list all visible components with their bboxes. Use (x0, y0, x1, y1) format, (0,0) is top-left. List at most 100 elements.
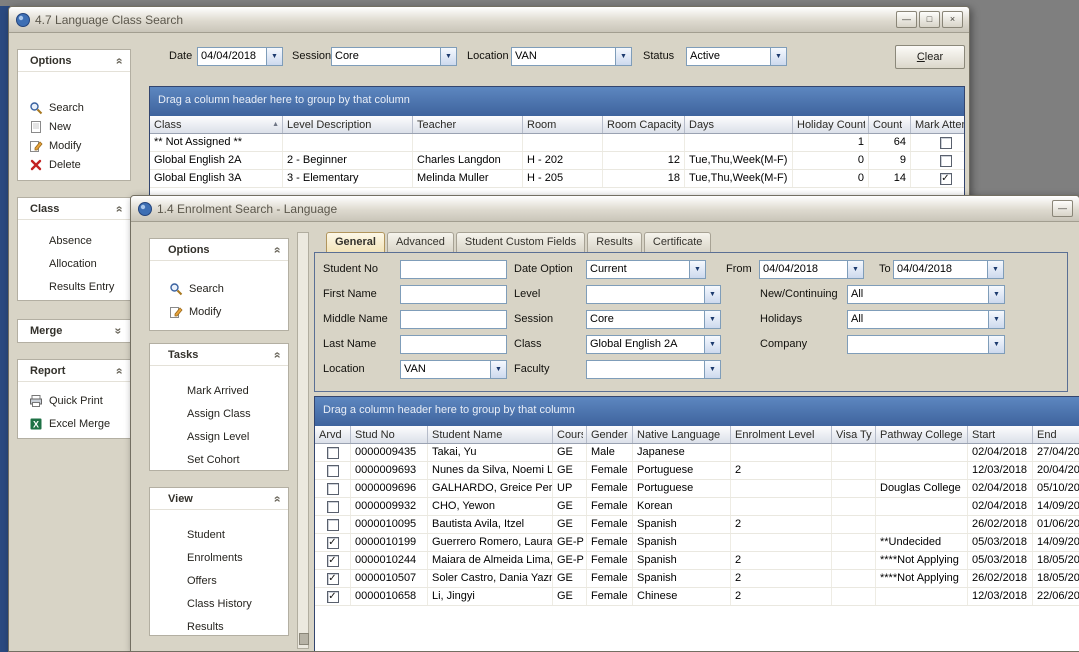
sidebar-item-search[interactable]: Search (150, 277, 288, 300)
dropdown-arrow-icon[interactable]: ▼ (704, 311, 720, 328)
sidebar-item-quick-print[interactable]: Quick Print (18, 389, 130, 412)
dropdown-arrow-icon[interactable]: ▼ (689, 261, 705, 278)
column-header-gender[interactable]: Gender (587, 426, 633, 443)
holidays-combo[interactable]: All▼ (847, 310, 1005, 329)
tab-advanced[interactable]: Advanced (387, 232, 454, 252)
chevron-up-icon[interactable]: » (270, 246, 284, 253)
sidebar-item-class-history[interactable]: Class History (150, 592, 288, 615)
maximize-button[interactable]: □ (919, 11, 940, 28)
table-row[interactable]: 0000009435Takai, YuGEMaleJapanese02/04/2… (315, 444, 1079, 462)
report-panel-header[interactable]: Report » (18, 360, 130, 382)
sidebar-item-results-entry[interactable]: Results Entry (18, 275, 130, 298)
sidebar-item-enrolments[interactable]: Enrolments (150, 546, 288, 569)
table-row[interactable]: ✓0000010199Guerrero Romero, Laura FernGE… (315, 534, 1079, 552)
column-header-level-description[interactable]: Level Description (283, 116, 413, 133)
sidebar-item-assign-level[interactable]: Assign Level (150, 425, 288, 448)
column-header-stud-no[interactable]: Stud No (351, 426, 428, 443)
chevron-down-icon[interactable]: » (112, 328, 126, 335)
options-panel-header[interactable]: Options » (18, 50, 130, 72)
sidebar-item-excel-merge[interactable]: X Excel Merge (18, 412, 130, 435)
column-header-room-capacity[interactable]: Room Capacity (603, 116, 685, 133)
tab-results[interactable]: Results (587, 232, 642, 252)
column-header-count[interactable]: Count (869, 116, 911, 133)
checkbox[interactable]: ✓ (327, 537, 339, 549)
column-header-mark-attendance[interactable]: Mark Attendance (911, 116, 965, 133)
checkbox[interactable]: ✓ (327, 555, 339, 567)
table-row[interactable]: Global English 3A3 - ElementaryMelinda M… (150, 170, 964, 188)
column-header-student-name[interactable]: Student Name (428, 426, 553, 443)
checkbox[interactable]: ✓ (327, 591, 339, 603)
tab-student-custom-fields[interactable]: Student Custom Fields (456, 232, 585, 252)
status-combo[interactable]: Active ▼ (686, 47, 787, 66)
column-header-days[interactable]: Days (685, 116, 793, 133)
sidebar-item-set-cohort[interactable]: Set Cohort (150, 448, 288, 471)
new-continuing-combo[interactable]: All▼ (847, 285, 1005, 304)
chevron-up-icon[interactable]: » (112, 205, 126, 212)
date-combo[interactable]: 04/04/2018 ▼ (197, 47, 283, 66)
session-combo[interactable]: Core▼ (586, 310, 721, 329)
sidebar-splitter[interactable] (297, 232, 309, 649)
enrolment-search-titlebar[interactable]: 1.4 Enrolment Search - Language — (131, 196, 1079, 222)
column-header-pathway-college[interactable]: Pathway College (876, 426, 968, 443)
company-combo[interactable]: ▼ (847, 335, 1005, 354)
sidebar-item-allocation[interactable]: Allocation (18, 252, 130, 275)
checkbox[interactable] (327, 465, 339, 477)
column-header-arvd[interactable]: Arvd (315, 426, 351, 443)
column-header-visa-type[interactable]: Visa Type (832, 426, 876, 443)
column-header-start[interactable]: Start (968, 426, 1033, 443)
column-header-holiday-count[interactable]: Holiday Count (793, 116, 869, 133)
checkbox[interactable] (940, 137, 952, 149)
class-search-titlebar[interactable]: 4.7 Language Class Search — □ × (9, 7, 969, 33)
chevron-up-icon[interactable]: » (270, 495, 284, 502)
minimize-button[interactable]: — (1052, 200, 1073, 217)
table-row[interactable]: 0000009932CHO, YewonGEFemaleKorean02/04/… (315, 498, 1079, 516)
dropdown-arrow-icon[interactable]: ▼ (770, 48, 786, 65)
last-name-input[interactable] (400, 335, 507, 354)
clear-button[interactable]: Clear (895, 45, 965, 69)
dropdown-arrow-icon[interactable]: ▼ (615, 48, 631, 65)
table-row[interactable]: ✓0000010244Maiara de Almeida Lima, Joyce… (315, 552, 1079, 570)
sidebar-item-delete[interactable]: Delete (18, 155, 130, 174)
dropdown-arrow-icon[interactable]: ▼ (440, 48, 456, 65)
session-combo[interactable]: Core ▼ (331, 47, 457, 66)
dropdown-arrow-icon[interactable]: ▼ (988, 286, 1004, 303)
sidebar-item-absence[interactable]: Absence (18, 229, 130, 252)
first-name-input[interactable] (400, 285, 507, 304)
tab-general[interactable]: General (326, 232, 385, 252)
student-no-input[interactable] (400, 260, 507, 279)
chevron-up-icon[interactable]: » (270, 351, 284, 358)
sidebar-item-modify[interactable]: Modify (18, 136, 130, 155)
checkbox[interactable]: ✓ (327, 573, 339, 585)
column-header-course[interactable]: Course (553, 426, 587, 443)
group-by-bar[interactable]: Drag a column header here to group by th… (150, 87, 964, 116)
column-header-class[interactable]: Class▲ (150, 116, 283, 133)
dropdown-arrow-icon[interactable]: ▼ (847, 261, 863, 278)
from-date-combo[interactable]: 04/04/2018▼ (759, 260, 864, 279)
table-row[interactable]: Global English 2A2 - BeginnerCharles Lan… (150, 152, 964, 170)
dropdown-arrow-icon[interactable]: ▼ (988, 311, 1004, 328)
class-combo[interactable]: Global English 2A▼ (586, 335, 721, 354)
sidebar-item-offers[interactable]: Offers (150, 569, 288, 592)
to-date-combo[interactable]: 04/04/2018▼ (893, 260, 1004, 279)
column-header-room[interactable]: Room (523, 116, 603, 133)
splitter-grip[interactable] (299, 633, 309, 645)
tab-certificate[interactable]: Certificate (644, 232, 712, 252)
location-combo[interactable]: VAN▼ (400, 360, 507, 379)
checkbox[interactable] (327, 483, 339, 495)
dropdown-arrow-icon[interactable]: ▼ (266, 48, 282, 65)
close-button[interactable]: × (942, 11, 963, 28)
dropdown-arrow-icon[interactable]: ▼ (704, 336, 720, 353)
table-row[interactable]: 0000009693Nunes da Silva, Noemi LuciaGEF… (315, 462, 1079, 480)
table-row[interactable]: 0000009696GALHARDO, Greice PereiraUPFema… (315, 480, 1079, 498)
table-row[interactable]: 0000010095Bautista Avila, ItzelGEFemaleS… (315, 516, 1079, 534)
dropdown-arrow-icon[interactable]: ▼ (987, 261, 1003, 278)
column-header-native-language[interactable]: Native Language (633, 426, 731, 443)
sidebar-item-assign-class[interactable]: Assign Class (150, 402, 288, 425)
checkbox[interactable] (940, 155, 952, 167)
sidebar-item-new[interactable]: New (18, 117, 130, 136)
table-row[interactable]: ✓0000010658Li, JingyiGEFemaleChinese212/… (315, 588, 1079, 606)
dropdown-arrow-icon[interactable]: ▼ (490, 361, 506, 378)
faculty-combo[interactable]: ▼ (586, 360, 721, 379)
sidebar-item-modify[interactable]: Modify (150, 300, 288, 323)
dropdown-arrow-icon[interactable]: ▼ (704, 286, 720, 303)
